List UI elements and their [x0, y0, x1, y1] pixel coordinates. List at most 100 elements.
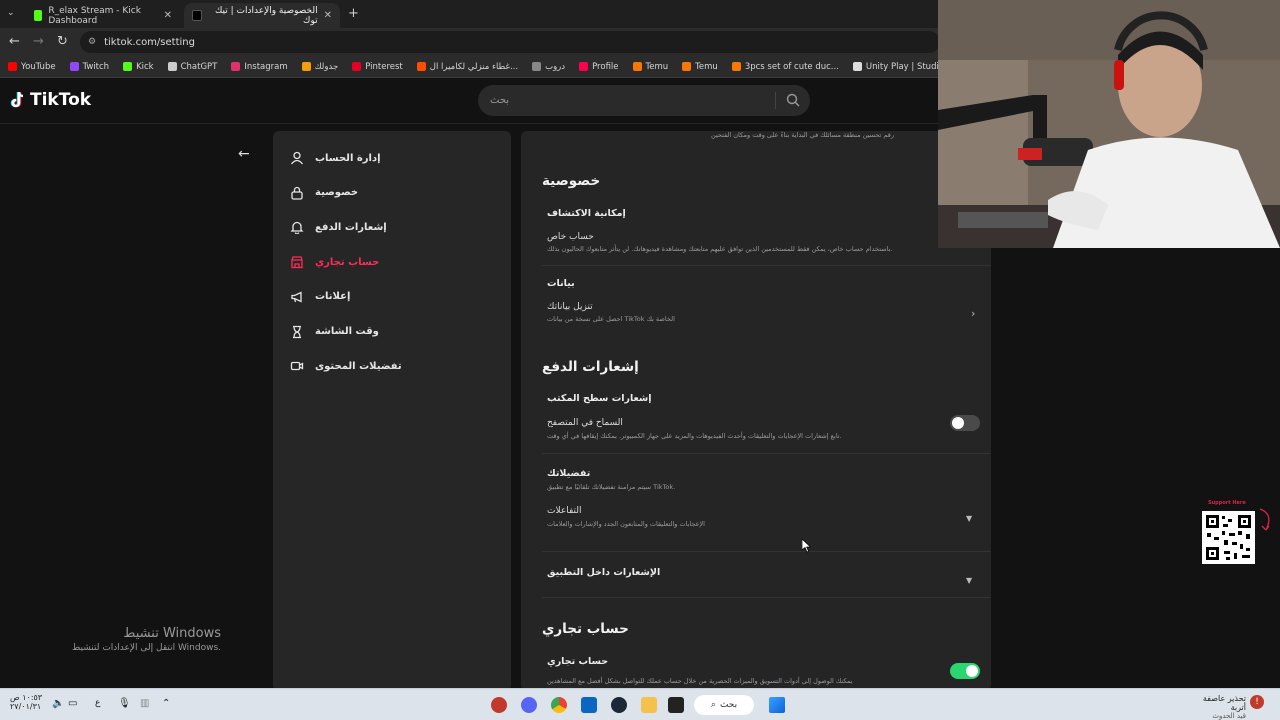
chevron-down-icon[interactable]: ▼: [966, 576, 972, 585]
toggle-knob: [952, 417, 964, 429]
settings-main-panel: رقم تحسين منطقة مسائلك في البداية بناءً …: [521, 131, 991, 691]
bookmark-item[interactable]: دروب: [532, 62, 565, 72]
store-icon[interactable]: [581, 697, 597, 713]
activation-title: تنشيط Windows: [123, 626, 221, 641]
microphone-icon[interactable]: 🎙: [118, 698, 131, 709]
reload-icon[interactable]: ↻: [57, 34, 68, 49]
bookmark-item[interactable]: غطاء منزلي لكاميرا ال...: [416, 62, 518, 72]
new-tab-button[interactable]: +: [348, 6, 359, 21]
bookmark-item[interactable]: Pinterest: [352, 62, 403, 72]
logo-text: TikTok: [30, 90, 92, 110]
bookmark-item[interactable]: Temu: [632, 62, 668, 72]
sidebar-item[interactable]: إشعارات الدفع: [289, 216, 495, 238]
allow-in-browser-toggle[interactable]: [950, 415, 980, 431]
sidebar-item[interactable]: حساب تجاري: [289, 251, 495, 273]
back-arrow-icon[interactable]: ←: [9, 34, 20, 49]
tiktok-logo[interactable]: TikTok: [10, 90, 91, 110]
tab-tiktok-settings[interactable]: الخصوصية والإعدادات | تيك توك ✕: [184, 3, 340, 28]
back-arrow-icon[interactable]: ←: [238, 146, 250, 162]
search-divider: [775, 92, 776, 109]
bookmark-favicon-icon: [167, 62, 177, 71]
search-icon: ⌕: [710, 700, 716, 710]
chevron-right-icon[interactable]: ›: [971, 307, 975, 320]
taskbar-search[interactable]: ⌕ بحث: [694, 695, 754, 715]
bookmark-label: Twitch: [82, 61, 110, 72]
bookmark-item[interactable]: Temu: [682, 62, 718, 72]
language-indicator-icon[interactable]: ع: [95, 698, 100, 708]
clock-date: ٢٧/٠١/٣١: [10, 702, 42, 711]
forward-arrow-icon[interactable]: →: [33, 34, 44, 49]
chrome-icon[interactable]: [551, 697, 567, 713]
weather-subtitle: قيد الحدوث: [1212, 712, 1246, 720]
bookmark-item[interactable]: Profile: [579, 61, 619, 72]
url-field[interactable]: ⚙ tiktok.com/setting: [80, 31, 940, 53]
bookmark-label: ChatGPT: [180, 61, 218, 72]
search-input[interactable]: بحث: [478, 85, 810, 116]
sidebar-item[interactable]: تفضيلات المحتوى: [289, 355, 495, 377]
chevron-down-icon[interactable]: ▼: [966, 514, 972, 523]
close-icon[interactable]: ✕: [164, 10, 172, 21]
bookmark-item[interactable]: Unity Play | Studio: [852, 62, 944, 72]
bookmark-item[interactable]: جدولك: [301, 62, 338, 72]
clock[interactable]: ١٠:٥٣ ص ٢٧/٠١/٣١: [10, 693, 42, 711]
qr-code: [1202, 511, 1255, 564]
weather-widget[interactable]: تحذير عاصفة أتربة قيد الحدوث: [1186, 694, 1246, 720]
bookmark-label: Kick: [136, 61, 154, 72]
sidebar-item[interactable]: إعلانات: [289, 286, 495, 308]
interactions-label[interactable]: التفاعلات: [547, 506, 581, 516]
bookmark-favicon-icon: [352, 62, 362, 71]
bookmark-favicon-icon: [579, 62, 589, 71]
sidebar-item-label: تفضيلات المحتوى: [315, 360, 402, 372]
mouse-cursor-icon: [802, 539, 812, 553]
bookmark-item[interactable]: YouTube: [8, 62, 56, 72]
bookmark-item[interactable]: Instagram: [231, 62, 288, 72]
bookmark-favicon-icon: [123, 62, 133, 71]
site-info-icon[interactable]: ⚙: [88, 37, 96, 47]
network-icon[interactable]: ▭: [68, 698, 77, 709]
sidebar-item[interactable]: خصوصية: [289, 182, 495, 204]
tiktok-icon: [192, 10, 203, 21]
app-icon-1[interactable]: [491, 697, 507, 713]
webcam-person-image: [938, 0, 1280, 248]
data-title: بيانات: [547, 278, 575, 289]
bookmark-favicon-icon: [731, 62, 741, 71]
bookmark-item[interactable]: Twitch: [69, 61, 110, 72]
toggle-knob: [966, 665, 978, 677]
lock-icon: [289, 186, 305, 200]
discord-icon[interactable]: [521, 697, 537, 713]
tab-kick-dashboard[interactable]: R_elax Stream - Kick Dashboard ✕: [26, 3, 180, 28]
sidebar-item[interactable]: وقت الشاشة: [289, 321, 495, 343]
bookmark-favicon-icon: [69, 62, 79, 71]
sidebar-item-label: إشعارات الدفع: [315, 221, 387, 233]
store-icon: [289, 255, 305, 269]
warning-icon: !: [1250, 695, 1264, 709]
sidebar-item-label: وقت الشاشة: [315, 326, 379, 337]
speaker-icon[interactable]: 🔈: [52, 698, 64, 709]
bookmark-item[interactable]: ChatGPT: [167, 61, 218, 72]
bookmark-favicon-icon: [852, 62, 862, 71]
bookmark-item[interactable]: Kick: [123, 62, 154, 72]
privacy-section-title: خصوصية: [542, 173, 601, 189]
taskbar-search-label: بحث: [719, 700, 738, 710]
bookmark-label: Profile: [592, 61, 619, 72]
start-windows-icon[interactable]: [769, 697, 785, 713]
bookmark-item[interactable]: 3pcs set of cute duc...: [731, 62, 839, 72]
search-icon[interactable]: [786, 93, 800, 107]
download-data-label[interactable]: تنزيل بياناتك: [547, 302, 593, 312]
push-section-title: إشعارات الدفع: [542, 359, 639, 375]
in-app-notifications-title[interactable]: الإشعارات داخل التطبيق: [547, 567, 660, 578]
business-section-title: حساب تجاري: [542, 621, 629, 637]
steam-icon[interactable]: [611, 697, 627, 713]
business-account-toggle[interactable]: [950, 663, 980, 679]
file-explorer-icon[interactable]: [641, 697, 657, 713]
usb-icon[interactable]: ▥: [140, 698, 149, 709]
close-icon[interactable]: ✕: [324, 10, 332, 21]
url-text: tiktok.com/setting: [104, 36, 195, 48]
sidebar-item[interactable]: إدارة الحساب: [289, 147, 495, 169]
settings-sidebar: إدارة الحساب خصوصية إشعارات الدفع حساب تجار…: [273, 131, 511, 691]
bookmark-favicon-icon: [416, 62, 426, 71]
bookmark-favicon-icon: [632, 62, 642, 71]
chevron-up-icon[interactable]: ⌃: [162, 698, 170, 709]
tab-list-chevron-icon[interactable]: ⌄: [7, 8, 15, 18]
terminal-icon[interactable]: [668, 697, 684, 713]
